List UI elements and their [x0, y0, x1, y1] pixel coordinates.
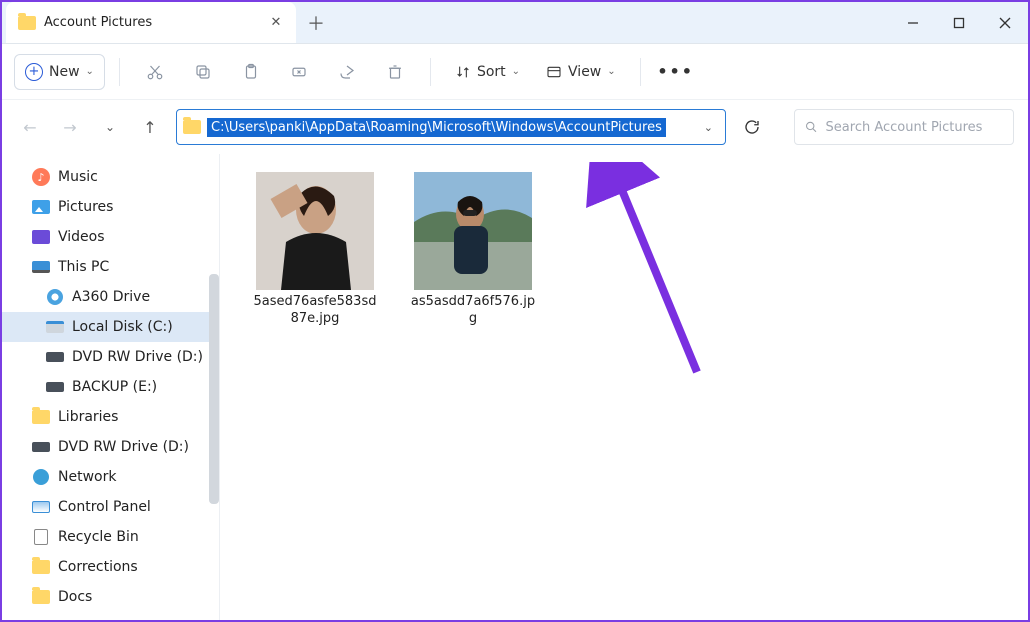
chevron-down-icon: ⌄	[607, 66, 615, 77]
file-thumbnail	[414, 172, 532, 290]
separator	[430, 58, 431, 86]
delete-icon[interactable]	[374, 54, 416, 90]
sidebar-item-label: DVD RW Drive (D:)	[58, 439, 189, 455]
content-area[interactable]: 5ased76asfe583sd87e.jpg as5asdd7a6f576.jp…	[220, 154, 1028, 620]
folder-icon	[18, 16, 36, 30]
more-button[interactable]: •••	[655, 54, 697, 90]
share-icon[interactable]	[326, 54, 368, 90]
folder-icon	[183, 120, 201, 134]
tab-title: Account Pictures	[44, 15, 268, 30]
drive-icon	[46, 348, 64, 366]
view-button[interactable]: View ⌄	[536, 54, 626, 90]
bin-icon	[32, 528, 50, 546]
plus-circle-icon: +	[25, 63, 43, 81]
sidebar-item-label: Music	[58, 169, 98, 185]
scrollbar-thumb[interactable]	[209, 274, 219, 504]
sidebar-item-music[interactable]: ♪ Music	[2, 162, 219, 192]
up-button[interactable]: ↑	[136, 118, 164, 137]
sort-button[interactable]: Sort ⌄	[445, 54, 530, 90]
sidebar-item-label: BACKUP (E:)	[72, 379, 157, 395]
sidebar-item-videos[interactable]: Videos	[2, 222, 219, 252]
separator	[640, 58, 641, 86]
sidebar-item-label: A360 Drive	[72, 289, 150, 305]
sidebar-item-label: Videos	[58, 229, 105, 245]
pic-icon	[32, 198, 50, 216]
forward-button[interactable]: →	[56, 118, 84, 137]
address-bar[interactable]: C:\Users\panki\AppData\Roaming\Microsoft…	[176, 109, 726, 145]
net-icon	[32, 468, 50, 486]
chevron-down-icon: ⌄	[512, 66, 520, 77]
folder-icon	[32, 408, 50, 426]
sidebar-item-local-disk-c-[interactable]: Local Disk (C:)	[2, 312, 219, 342]
paste-icon[interactable]	[230, 54, 272, 90]
sidebar-item-label: Pictures	[58, 199, 113, 215]
cp-icon	[32, 498, 50, 516]
sidebar-item-recycle-bin[interactable]: Recycle Bin	[2, 522, 219, 552]
view-label: View	[568, 64, 601, 80]
search-input[interactable]	[826, 120, 1003, 135]
sidebar-item-backup-e-[interactable]: BACKUP (E:)	[2, 372, 219, 402]
new-button[interactable]: + New ⌄	[14, 54, 105, 90]
sidebar-item-this-pc[interactable]: This PC	[2, 252, 219, 282]
a360-icon	[46, 288, 64, 306]
chevron-down-icon: ⌄	[86, 66, 94, 77]
cut-icon[interactable]	[134, 54, 176, 90]
toolbar: + New ⌄ Sort ⌄ View ⌄ •••	[2, 44, 1028, 100]
sidebar-item-dvd-rw-drive-d-[interactable]: DVD RW Drive (D:)	[2, 342, 219, 372]
file-thumbnail	[256, 172, 374, 290]
sidebar-item-label: Recycle Bin	[58, 529, 139, 545]
address-history-button[interactable]: ⌄	[698, 121, 719, 134]
separator	[119, 58, 120, 86]
sort-icon	[455, 64, 471, 80]
sidebar-item-label: Docs	[58, 589, 92, 605]
search-icon	[805, 120, 818, 134]
navbar: ← → ⌄ ↑ C:\Users\panki\AppData\Roaming\M…	[2, 100, 1028, 154]
sidebar-item-label: This PC	[58, 259, 109, 275]
sidebar-item-docs[interactable]: Docs	[2, 582, 219, 612]
sidebar-item-label: DVD RW Drive (D:)	[72, 349, 203, 365]
sidebar[interactable]: ♪ Music Pictures Videos This PC A360 Drive Loc…	[2, 154, 220, 620]
active-tab[interactable]: Account Pictures ✕	[6, 2, 296, 43]
refresh-button[interactable]	[734, 109, 770, 145]
view-icon	[546, 64, 562, 80]
copy-icon[interactable]	[182, 54, 224, 90]
music-icon: ♪	[32, 168, 50, 186]
sidebar-item-a360-drive[interactable]: A360 Drive	[2, 282, 219, 312]
close-window-button[interactable]	[982, 2, 1028, 44]
drive-icon	[46, 378, 64, 396]
file-name: 5ased76asfe583sd87e.jpg	[250, 294, 380, 328]
recent-locations-button[interactable]: ⌄	[96, 120, 124, 134]
sort-label: Sort	[477, 64, 506, 80]
sidebar-item-network[interactable]: Network	[2, 462, 219, 492]
sidebar-item-label: Control Panel	[58, 499, 151, 515]
sidebar-item-label: Local Disk (C:)	[72, 319, 173, 335]
sidebar-item-control-panel[interactable]: Control Panel	[2, 492, 219, 522]
close-tab-button[interactable]: ✕	[268, 15, 284, 31]
new-tab-button[interactable]: ＋	[296, 10, 336, 36]
drive-icon	[32, 438, 50, 456]
vid-icon	[32, 228, 50, 246]
search-box[interactable]	[794, 109, 1014, 145]
sidebar-item-label: Corrections	[58, 559, 138, 575]
back-button[interactable]: ←	[16, 118, 44, 137]
titlebar: Account Pictures ✕ ＋	[2, 2, 1028, 44]
maximize-button[interactable]	[936, 2, 982, 44]
folder-icon	[32, 588, 50, 606]
disk-icon	[46, 318, 64, 336]
sidebar-item-pictures[interactable]: Pictures	[2, 192, 219, 222]
pc-icon	[32, 258, 50, 276]
file-item[interactable]: 5ased76asfe583sd87e.jpg	[250, 172, 380, 328]
rename-icon[interactable]	[278, 54, 320, 90]
sidebar-item-dvd-rw-drive-d-[interactable]: DVD RW Drive (D:)	[2, 432, 219, 462]
sidebar-item-label: Libraries	[58, 409, 118, 425]
file-name: as5asdd7a6f576.jpg	[408, 294, 538, 328]
sidebar-item-corrections[interactable]: Corrections	[2, 552, 219, 582]
folder-icon	[32, 558, 50, 576]
new-label: New	[49, 64, 80, 80]
minimize-button[interactable]	[890, 2, 936, 44]
file-item[interactable]: as5asdd7a6f576.jpg	[408, 172, 538, 328]
sidebar-item-label: Network	[58, 469, 116, 485]
address-text[interactable]: C:\Users\panki\AppData\Roaming\Microsoft…	[207, 118, 666, 137]
sidebar-item-libraries[interactable]: Libraries	[2, 402, 219, 432]
